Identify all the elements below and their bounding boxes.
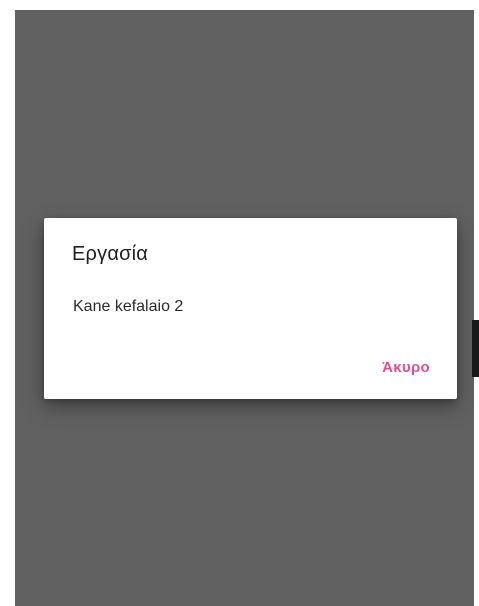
dialog-message: Kane kefalaio 2 — [73, 298, 184, 315]
cancel-button[interactable]: Άκυρο — [382, 359, 430, 376]
dialog-title: Εργασία — [72, 243, 149, 265]
task-dialog: Εργασία Kane kefalaio 2 Άκυρο — [44, 218, 457, 399]
background-element-right-edge — [472, 320, 479, 377]
